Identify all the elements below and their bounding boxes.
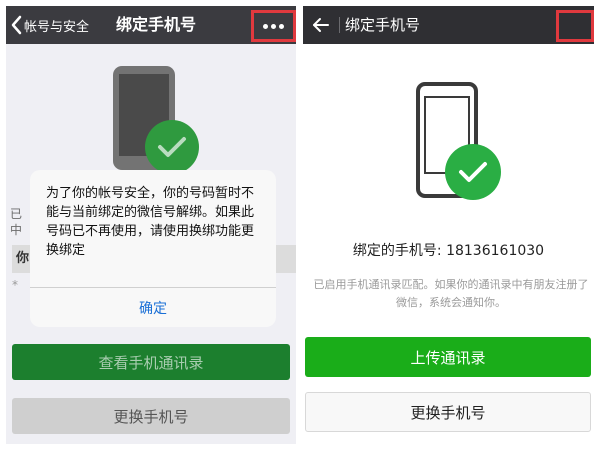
- view-contacts-button[interactable]: 查看手机通讯录: [12, 344, 290, 380]
- left-nav-bar: 帐号与安全 绑定手机号: [6, 6, 296, 44]
- more-dots-icon: [271, 23, 276, 29]
- contacts-match-note: 已启用手机通讯录匹配。如果你的通讯录中有朋友注册了微信，系统会通知你。: [313, 278, 589, 309]
- back-button[interactable]: 帐号与安全: [10, 6, 89, 44]
- change-phone-button[interactable]: 更换手机号: [12, 398, 290, 434]
- back-chevron-icon: [11, 15, 22, 35]
- nav-separator: [339, 17, 340, 33]
- more-dots-icon: [263, 23, 268, 29]
- right-screenshot: 绑定手机号 绑定的手机号: 18136161030 已启用手机通讯录匹配。如果你…: [303, 6, 594, 444]
- check-icon: [445, 144, 501, 200]
- more-button[interactable]: [556, 10, 594, 42]
- page-title: 绑定手机号: [116, 15, 197, 34]
- bound-phone-number: 绑定的手机号: 18136161030: [352, 243, 545, 259]
- back-label: 帐号与安全: [24, 19, 90, 35]
- check-icon: [145, 120, 199, 174]
- page-title: 绑定手机号: [345, 16, 421, 34]
- more-dots-icon: [279, 23, 284, 29]
- left-screenshot: 帐号与安全 绑定手机号 已 中 你 * 查看手机通讯录 更换手机号 为了你的帐号…: [6, 6, 296, 444]
- upload-contacts-button[interactable]: 上传通讯录: [305, 337, 591, 377]
- back-arrow-icon: [313, 18, 329, 32]
- change-phone-button[interactable]: 更换手机号: [305, 392, 591, 432]
- right-nav-bar: 绑定手机号: [303, 6, 594, 44]
- obscured-text: 已 中: [10, 207, 23, 237]
- back-button[interactable]: [307, 9, 335, 41]
- dialog-message: 为了你的帐号安全，你的号码暂时不能与当前绑定的微信号解绑。如果此号码已不再使用，…: [46, 186, 255, 258]
- more-button[interactable]: [251, 10, 296, 42]
- dialog-confirm-button[interactable]: 确定: [30, 288, 276, 327]
- alert-dialog: 为了你的帐号安全，你的号码暂时不能与当前绑定的微信号解绑。如果此号码已不再使用，…: [30, 170, 276, 327]
- obscured-row-detail: *: [12, 278, 18, 292]
